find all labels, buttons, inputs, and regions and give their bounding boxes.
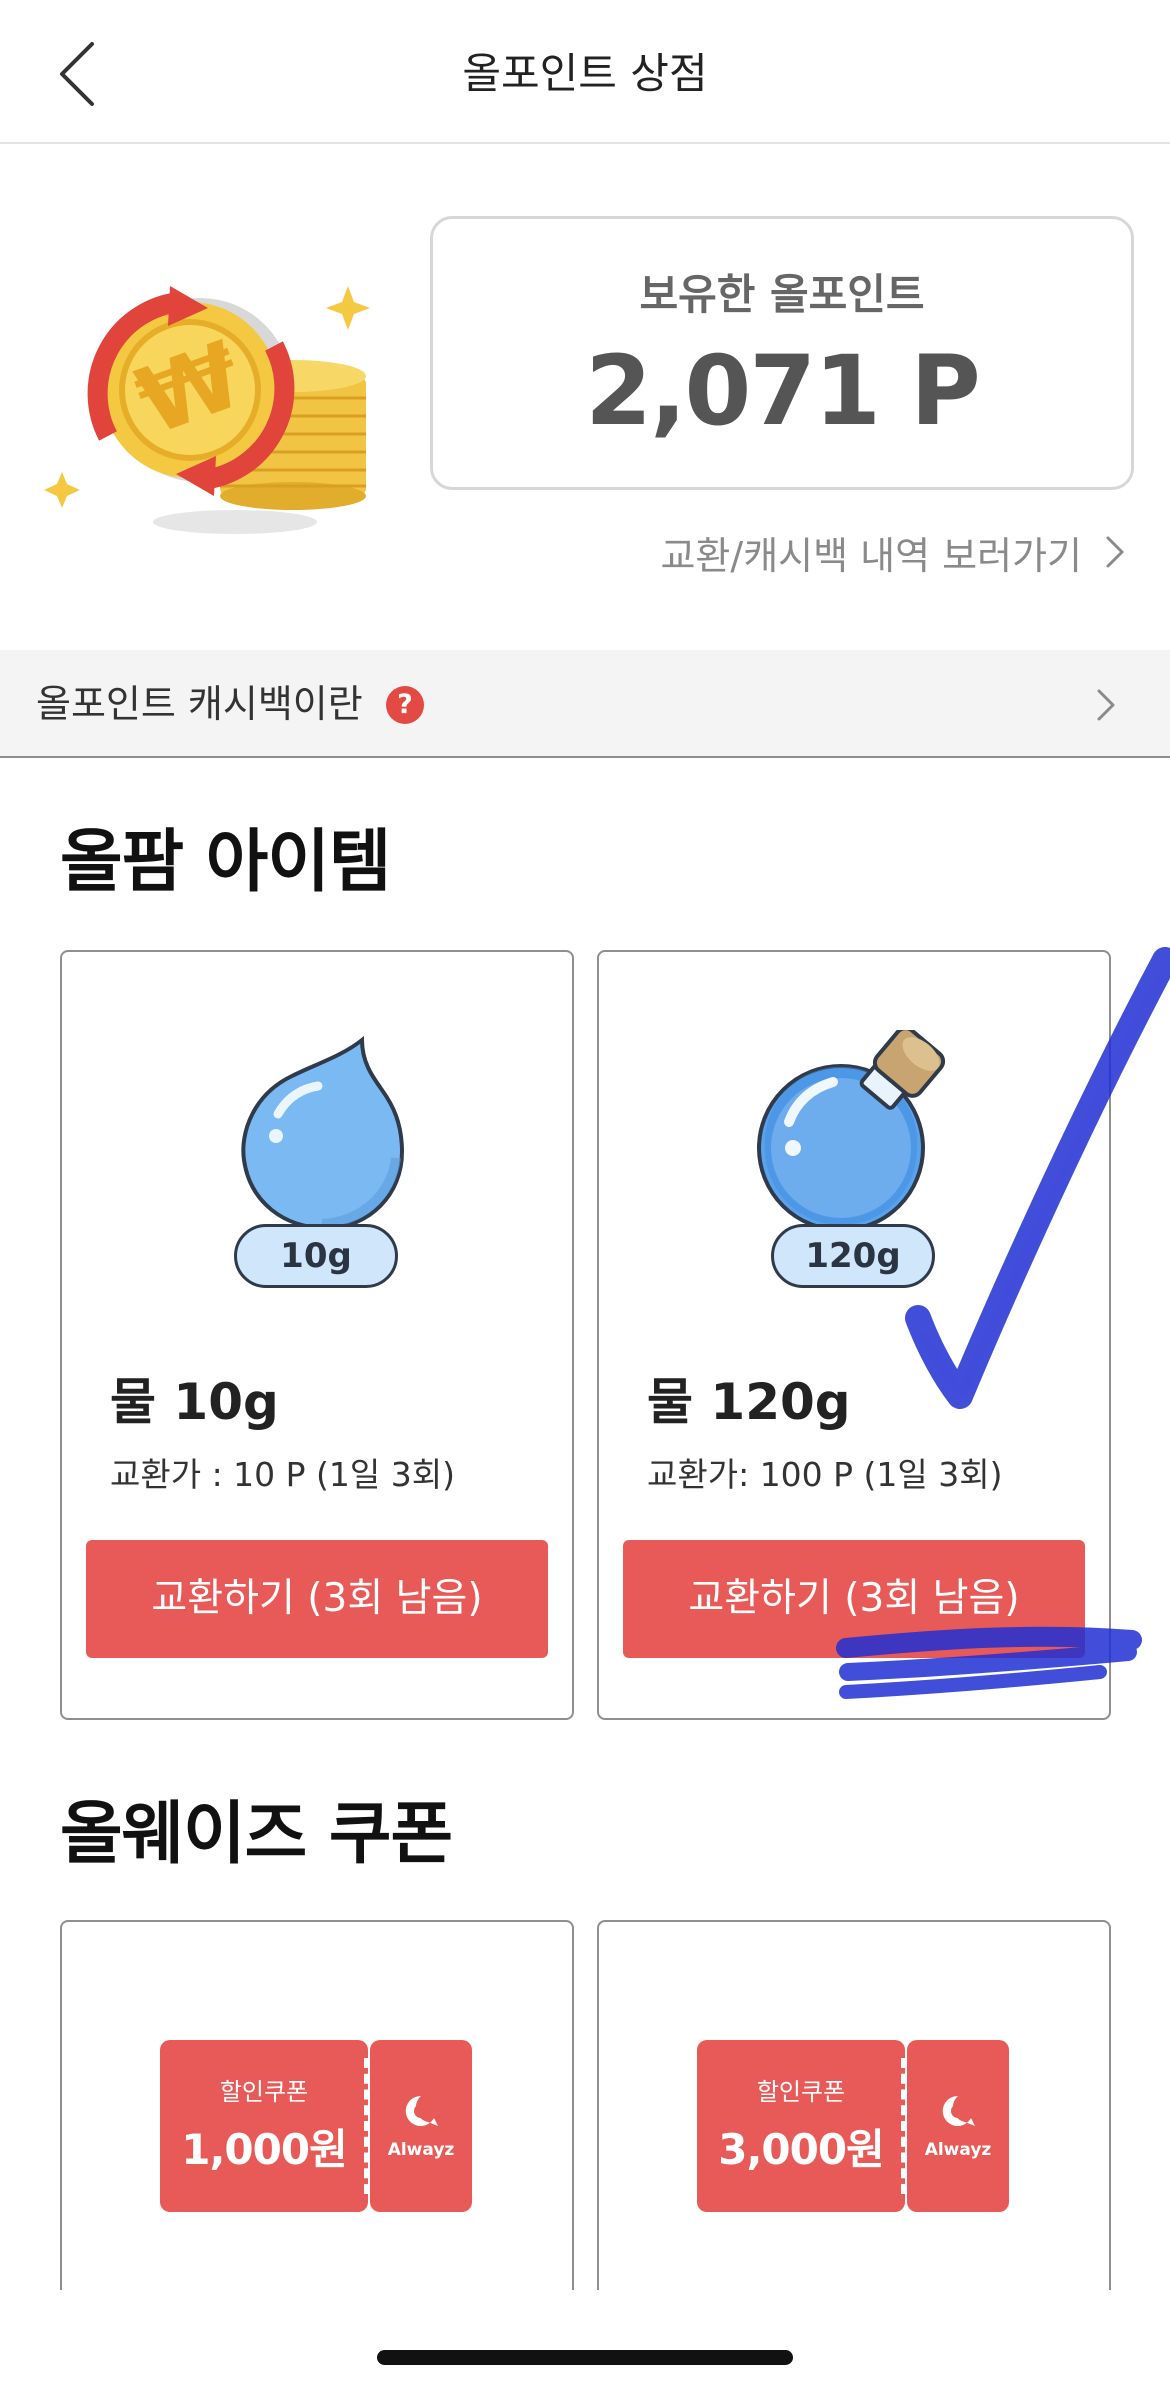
back-button[interactable] bbox=[52, 38, 112, 110]
item-name: 물 120g bbox=[647, 1373, 851, 1431]
coupon-main: 할인쿠폰 1,000원 bbox=[160, 2040, 368, 2212]
item-name: 물 10g bbox=[110, 1373, 279, 1431]
alwayz-logo-icon bbox=[942, 2095, 975, 2126]
coupon-stub: Alwayz bbox=[907, 2040, 1009, 2212]
coupon-amount: 1,000원 bbox=[181, 2125, 348, 2174]
history-link-label: 교환/캐시백 내역 보러가기 bbox=[660, 533, 1082, 578]
coupon-main: 할인쿠폰 3,000원 bbox=[697, 2040, 905, 2212]
history-link[interactable]: 교환/캐시백 내역 보러가기 bbox=[660, 522, 1126, 582]
section-title-coupons: 올웨이즈 쿠폰 bbox=[60, 1795, 453, 1874]
page-title: 올포인트 상점 bbox=[462, 49, 708, 98]
exchange-button[interactable]: 교환하기 (3회 남음) bbox=[623, 1540, 1085, 1658]
coupon-amount: 3,000원 bbox=[718, 2125, 885, 2174]
help-icon[interactable]: ? bbox=[386, 686, 424, 724]
water-bottle-icon bbox=[757, 1030, 946, 1230]
item-price: 교환가: 100 P (1일 3회) bbox=[647, 1455, 1003, 1494]
app-screen: 올포인트 상점 ₩ 보유한 올포인트 2,071 P 교환/캐시백 내역 보러가… bbox=[0, 0, 1170, 2391]
weight-badge: 10g bbox=[234, 1224, 398, 1288]
water-drop-icon bbox=[241, 1035, 405, 1231]
points-value: 2,071 P bbox=[585, 335, 980, 447]
points-balance-card: 보유한 올포인트 2,071 P bbox=[430, 216, 1134, 490]
chevron-left-icon bbox=[60, 42, 94, 106]
top-bar: 올포인트 상점 bbox=[0, 0, 1170, 144]
brand-name: Alwayz bbox=[387, 2140, 455, 2160]
points-label: 보유한 올포인트 bbox=[639, 270, 925, 319]
section-title-items: 올팜 아이템 bbox=[60, 823, 391, 902]
coupon-ticket: 할인쿠폰 3,000원 Alwayz bbox=[697, 2040, 1009, 2212]
weight-badge: 120g bbox=[771, 1224, 935, 1288]
chevron-right-icon bbox=[1097, 689, 1115, 721]
exchange-button[interactable]: 교환하기 (3회 남음) bbox=[86, 1540, 548, 1658]
item-price: 교환가 : 10 P (1일 3회) bbox=[110, 1455, 455, 1494]
cashback-info-banner[interactable]: 올포인트 캐시백이란 bbox=[0, 650, 1170, 758]
item-card-water-10g: 10g 물 10g 교환가 : 10 P (1일 3회) 교환하기 (3회 남음… bbox=[60, 950, 574, 1720]
coupon-label: 할인쿠폰 bbox=[756, 2078, 846, 2106]
brand-name: Alwayz bbox=[924, 2140, 992, 2160]
coupon-stub: Alwayz bbox=[370, 2040, 472, 2212]
coupon-ticket: 할인쿠폰 1,000원 Alwayz bbox=[160, 2040, 472, 2212]
coupon-label: 할인쿠폰 bbox=[219, 2078, 309, 2106]
item-card-water-120g: 120g 물 120g 교환가: 100 P (1일 3회) 교환하기 (3회 … bbox=[597, 950, 1111, 1720]
bottom-safe-area bbox=[0, 2290, 1170, 2391]
cashback-info-label: 올포인트 캐시백이란 bbox=[36, 682, 363, 726]
coin-exchange-illustration: ₩ bbox=[44, 286, 370, 534]
alwayz-logo-icon bbox=[405, 2095, 438, 2126]
home-indicator bbox=[377, 2350, 793, 2365]
chevron-right-icon bbox=[1106, 536, 1124, 568]
